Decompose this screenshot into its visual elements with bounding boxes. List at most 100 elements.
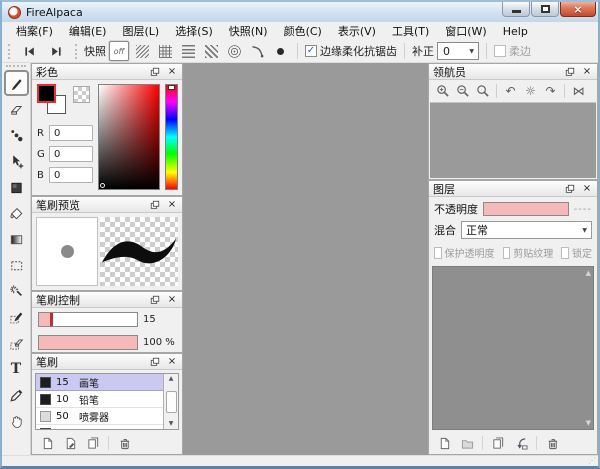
scroll-up-icon[interactable]: ▲ <box>169 376 174 382</box>
float-panel-button[interactable] <box>148 65 162 78</box>
g-input[interactable]: 0 <box>49 146 93 162</box>
edit-brush-button[interactable] <box>62 435 78 451</box>
close-panel-button[interactable]: × <box>165 198 179 211</box>
eraser-tool-button[interactable] <box>4 96 29 122</box>
snapshot-curve-button[interactable] <box>247 41 267 61</box>
float-panel-button[interactable] <box>148 198 162 211</box>
bucket-tool-button[interactable] <box>4 200 29 226</box>
pen-tool-button[interactable] <box>4 70 29 96</box>
duplicate-brush-button[interactable] <box>85 435 101 451</box>
scroll-up-icon[interactable]: ▲ <box>586 269 591 277</box>
menu-view[interactable]: 表示(V) <box>330 21 384 41</box>
navigator-preview[interactable] <box>430 102 596 178</box>
eyedropper-tool-button[interactable] <box>4 382 29 408</box>
snapshot-off-button[interactable]: off <box>109 41 129 61</box>
add-brush-button[interactable] <box>39 435 55 451</box>
rotate-left-button[interactable]: ↶ <box>501 82 520 100</box>
blend-mode-dropdown[interactable]: 正常 ▼ <box>461 221 592 239</box>
saturation-value-picker[interactable] <box>98 84 160 190</box>
antialias-checkbox[interactable]: ✓ <box>305 45 317 57</box>
correction-dropdown[interactable]: 0 ▼ <box>437 42 479 60</box>
transparent-color-swatch[interactable] <box>73 86 90 103</box>
layer-list[interactable]: ▲ ▼ <box>432 266 594 430</box>
toolbar-grip[interactable] <box>75 44 77 59</box>
hand-tool-button[interactable] <box>4 408 29 434</box>
add-layer-button[interactable] <box>436 435 452 451</box>
add-folder-button[interactable] <box>459 435 475 451</box>
zoom-out-button[interactable] <box>453 82 472 100</box>
brush-list-item[interactable] <box>36 425 163 429</box>
foreground-color-swatch[interactable] <box>37 84 56 103</box>
menu-color[interactable]: 颜色(C) <box>276 21 330 41</box>
undo-button[interactable] <box>17 42 41 61</box>
maximize-button[interactable] <box>531 2 559 17</box>
menu-edit[interactable]: 编辑(E) <box>61 21 115 41</box>
close-button[interactable]: × <box>560 2 596 17</box>
select-eraser-tool-button[interactable] <box>4 330 29 356</box>
close-panel-button[interactable]: × <box>165 293 179 306</box>
rotate-reset-button[interactable]: ☼ <box>521 82 540 100</box>
soft-edge-checkbox[interactable] <box>494 45 506 57</box>
snapshot-grid-button[interactable] <box>155 41 175 61</box>
titlebar[interactable]: FireAlpaca × <box>2 2 598 22</box>
brush-list-item[interactable]: 10 铅笔 <box>36 391 163 408</box>
zoom-in-button[interactable] <box>433 82 452 100</box>
lock-checkbox[interactable] <box>561 247 569 259</box>
brush-size-slider[interactable] <box>38 312 138 327</box>
brush-list-item[interactable]: 15 画笔 <box>36 374 163 391</box>
flip-horizontal-button[interactable]: ⋈ <box>569 82 588 100</box>
menu-snapshot[interactable]: 快照(N) <box>221 21 276 41</box>
toolstrip-grip[interactable] <box>6 65 26 67</box>
delete-layer-button[interactable] <box>544 435 560 451</box>
close-panel-button[interactable]: × <box>165 355 179 368</box>
snapshot-dot-button[interactable] <box>270 41 290 61</box>
b-input[interactable]: 0 <box>49 167 93 183</box>
close-panel-button[interactable]: × <box>580 65 594 78</box>
text-tool-button[interactable]: T <box>4 356 29 382</box>
layer-opacity-slider[interactable] <box>483 202 569 216</box>
move-tool-button[interactable] <box>4 148 29 174</box>
brush-opacity-slider[interactable] <box>38 335 138 350</box>
hue-slider[interactable] <box>165 84 178 190</box>
scroll-thumb[interactable] <box>166 391 177 413</box>
menu-layer[interactable]: 图层(L) <box>114 21 167 41</box>
merge-down-button[interactable] <box>513 435 529 451</box>
brush-list-scrollbar[interactable]: ▲ ▼ <box>163 374 178 429</box>
clipping-checkbox[interactable] <box>503 247 511 259</box>
scroll-down-icon[interactable]: ▼ <box>586 419 591 427</box>
gradient-tool-button[interactable] <box>4 226 29 252</box>
snapshot-hatch-button[interactable] <box>132 41 152 61</box>
snapshot-diagonal-button[interactable] <box>201 41 221 61</box>
select-tool-button[interactable] <box>4 252 29 278</box>
dot-tool-button[interactable] <box>4 122 29 148</box>
close-panel-button[interactable]: × <box>165 65 179 78</box>
r-input[interactable]: 0 <box>49 125 93 141</box>
canvas-area[interactable] <box>183 63 428 455</box>
toolbar-grip[interactable] <box>8 44 10 59</box>
delete-brush-button[interactable] <box>116 435 132 451</box>
snapshot-circles-button[interactable] <box>224 41 244 61</box>
menu-file[interactable]: 档案(F) <box>8 21 61 41</box>
menu-window[interactable]: 窗口(W) <box>437 21 494 41</box>
rotate-right-button[interactable]: ↷ <box>541 82 560 100</box>
float-panel-button[interactable] <box>563 65 577 78</box>
float-panel-button[interactable] <box>148 355 162 368</box>
float-panel-button[interactable] <box>148 293 162 306</box>
protect-alpha-checkbox[interactable] <box>434 247 442 259</box>
close-panel-button[interactable]: × <box>580 182 594 195</box>
duplicate-layer-button[interactable] <box>490 435 506 451</box>
float-panel-button[interactable] <box>563 182 577 195</box>
snapshot-lines-button[interactable] <box>178 41 198 61</box>
menu-select[interactable]: 选择(S) <box>167 21 221 41</box>
menu-help[interactable]: Help <box>495 23 536 40</box>
menu-tool[interactable]: 工具(T) <box>384 21 437 41</box>
grid-pattern-icon <box>159 45 172 58</box>
brush-list-item[interactable]: 50 喷雾器 <box>36 408 163 425</box>
scroll-down-icon[interactable]: ▼ <box>169 421 174 427</box>
minimize-button[interactable] <box>502 2 530 17</box>
zoom-reset-button[interactable] <box>473 82 492 100</box>
redo-button[interactable] <box>44 42 68 61</box>
fill-tool-button[interactable] <box>4 174 29 200</box>
select-pen-tool-button[interactable] <box>4 304 29 330</box>
magic-wand-tool-button[interactable] <box>4 278 29 304</box>
